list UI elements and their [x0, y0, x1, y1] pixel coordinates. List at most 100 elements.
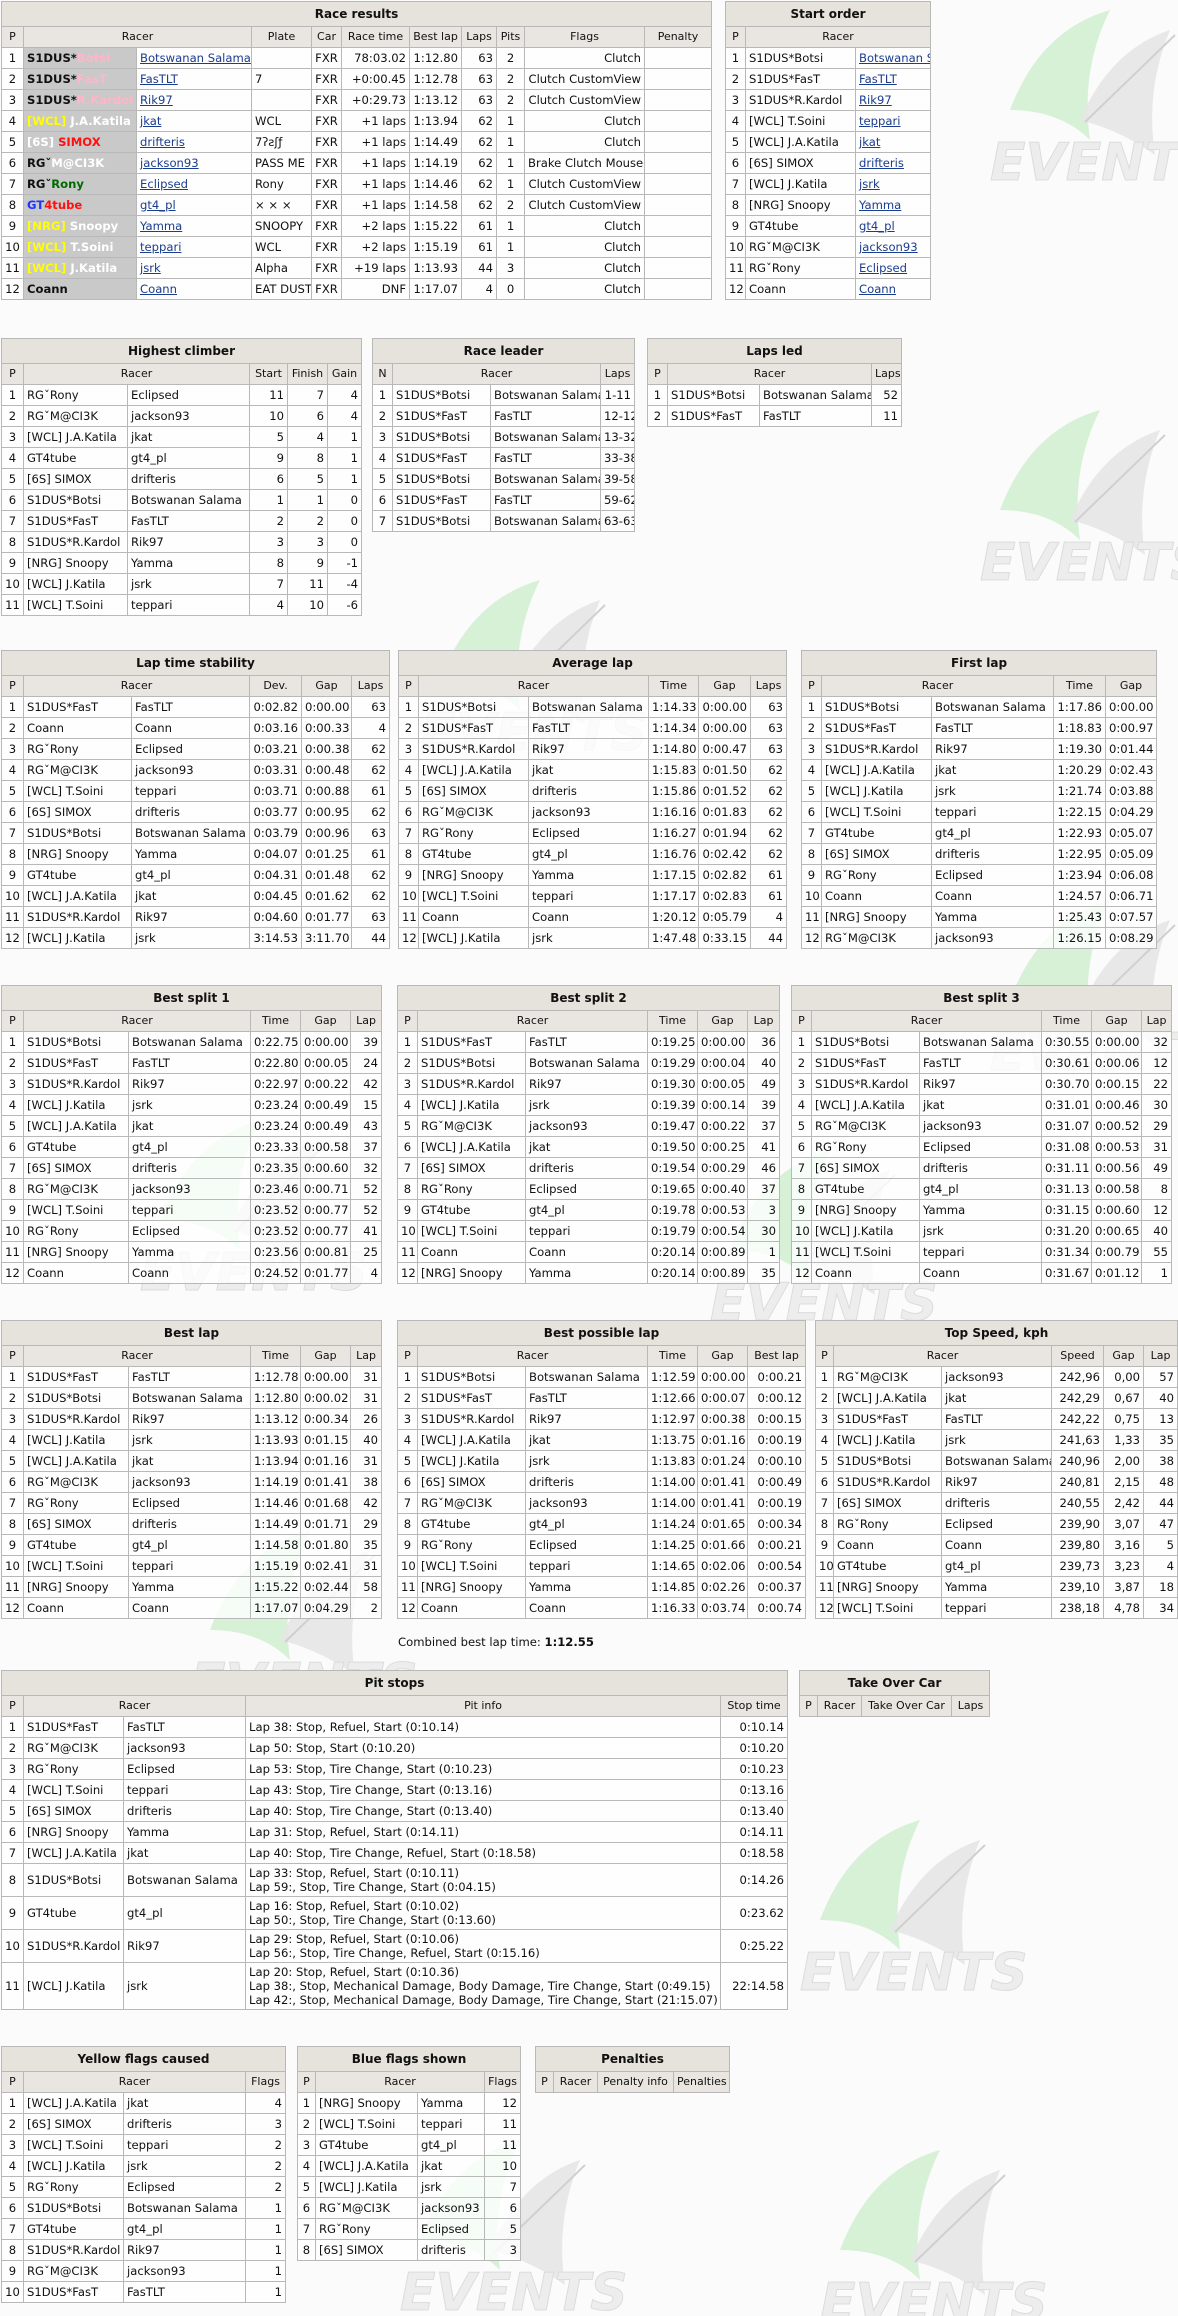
table-cell: 0:02.41 [300, 1555, 352, 1577]
racer-tag: [WCL] [27, 261, 67, 275]
table-cell: S1DUS*R.Kardol [23, 906, 132, 928]
table-cell: 0:08.29 [1105, 927, 1158, 949]
table-cell: 52 [350, 1178, 383, 1200]
race-leader-table: Race leader N Racer Laps 1 S1DUS*Botsi Botswan… [372, 338, 636, 532]
table-cell: 1:16.76 [648, 843, 700, 865]
column-header: P [1, 1695, 24, 1717]
table-cell: 11 [871, 405, 903, 427]
racer-username-link[interactable]: drifteris [854, 152, 932, 174]
table-cell: 3 [1, 426, 24, 448]
table-cell: 63-63 [600, 510, 636, 532]
table-row: 4 [WCL] T.Soini teppari [725, 110, 932, 132]
racer-cell: S1DUS*FasT [23, 1716, 124, 1738]
table-cell: RGˇM@CI3K [23, 2260, 124, 2282]
racer-username-link[interactable]: Botswanan Salama [854, 47, 932, 69]
table-cell: 13 [1143, 1408, 1178, 1430]
racer-username-link[interactable]: Coann [854, 278, 932, 300]
table-cell: S1DUS*Botsi [833, 1450, 942, 1472]
table-cell: 41 [350, 1220, 383, 1242]
racer-username-link[interactable]: Yamma [135, 215, 253, 237]
table-row: 4 [WCL] J.A.Katila jkat 0:31.01 0:00.46 30 [791, 1094, 1173, 1116]
table-cell: 44 [1143, 1492, 1178, 1514]
racer-username-link[interactable]: teppari [854, 110, 932, 132]
table-cell: 2 [1, 2113, 24, 2135]
table-row: 10 Coann Coann 1:24.57 0:06.71 [801, 885, 1158, 907]
racer-username-link[interactable]: gt4_pl [854, 215, 932, 237]
table-cell: 7 [1, 822, 24, 844]
position-cell: 4 [1, 110, 24, 132]
table-row: 5 [WCL] J.Katila jsrk 1:21.74 0:03.88 [801, 780, 1158, 802]
table-cell: 0:00.02 [300, 1387, 352, 1409]
table-row: 5 [6S] SIMOX drifteris 1:15.86 0:01.52 62 [398, 780, 788, 802]
pit-info-line: Lap 29: Stop, Refuel, Start (0:10.06) [249, 1932, 460, 1946]
table-cell: 0:22.75 [250, 1031, 302, 1053]
blue-flags-table: Blue flags shown P Racer Flags 1 [NRG] Snoopy… [297, 2046, 522, 2261]
table-cell: 12 [801, 927, 822, 949]
table-row: 3 S1DUS*R.Kardol Rik97 0:19.30 0:00.05 49 [397, 1073, 781, 1095]
table-cell: 0:00.81 [300, 1241, 352, 1263]
table-cell: 8 [287, 447, 329, 469]
racer-username-link[interactable]: Botswanan Salama [135, 47, 253, 69]
racer-username-link[interactable]: jkat [854, 131, 932, 153]
racer-username-link[interactable]: gt4_pl [135, 194, 253, 216]
table-cell: 0:23.24 [250, 1094, 302, 1116]
table-row: 2 S1DUS*FasT FasTLT 0:22.80 0:00.05 24 [1, 1052, 383, 1074]
racer-username-link[interactable]: jackson93 [854, 236, 932, 258]
table-cell: 0:07.57 [1105, 906, 1158, 928]
table-cell: S1DUS*FasT [833, 1408, 942, 1430]
table-cell: 0:00.65 [1091, 1220, 1143, 1242]
table-cell: 0:20.14 [647, 1241, 699, 1263]
table-cell: RGˇRony [23, 1492, 129, 1514]
racer-username-link[interactable]: Eclipsed [135, 173, 253, 195]
table-cell: 0:02.06 [697, 1555, 749, 1577]
table-cell: [WCL] T.Soini [23, 780, 132, 802]
table-cell: 11 [791, 1241, 812, 1263]
racer-username-link[interactable]: FasTLT [854, 68, 932, 90]
racer-username-link[interactable]: Coann [135, 278, 253, 300]
racer-username-link[interactable]: Rik97 [854, 89, 932, 111]
table-row: 10 S1DUS*R.Kardol Rik97 Lap 29: Stop, Refue… [1, 1929, 789, 1963]
table-cell: 38 [350, 1471, 383, 1493]
racer-username-link[interactable]: jkat [135, 110, 253, 132]
column-header: Laps [351, 675, 391, 697]
table-row: 11 Coann Coann 1:20.12 0:05.79 4 [398, 906, 788, 928]
racer-username-link[interactable]: Eclipsed [854, 257, 932, 279]
table-cell: 7 [287, 384, 329, 406]
take-over-car-table: Take Over Car P Racer Take Over Car Laps [799, 1670, 990, 1717]
table-cell: 0:01.80 [300, 1534, 352, 1556]
table-cell: 35 [1143, 1429, 1178, 1451]
racer-username-link[interactable]: jackson93 [135, 152, 253, 174]
table-cell: 0:01.68 [300, 1492, 352, 1514]
table-cell: RGˇRony [745, 257, 856, 279]
table-cell: 63 [750, 738, 788, 760]
table-cell: 31 [350, 1450, 383, 1472]
car-cell: FXR [311, 173, 343, 195]
racer-username-link[interactable]: teppari [135, 236, 253, 258]
racer-username-link[interactable]: jsrk [854, 173, 932, 195]
table-cell: 61 [750, 885, 788, 907]
table-cell: 29 [350, 1513, 383, 1535]
table-cell: 6 [791, 1136, 812, 1158]
racer-username-link[interactable]: Yamma [854, 194, 932, 216]
racer-username-link[interactable]: FasTLT [135, 68, 253, 90]
table-cell: 0:00.07 [697, 1387, 749, 1409]
racer-username-link[interactable]: drifteris [135, 131, 253, 153]
racer-username-link[interactable]: jsrk [135, 257, 253, 279]
racer-username-link[interactable]: Rik97 [135, 89, 253, 111]
table-cell: 36 [747, 1031, 781, 1053]
penalty-cell [644, 47, 713, 69]
column-header: Gain [327, 363, 363, 385]
table-cell: 6 [484, 2197, 522, 2219]
column-header: Racer [553, 2071, 598, 2093]
table-cell: GT4tube [417, 1513, 526, 1535]
table-cell: 0:04.45 [249, 885, 303, 907]
table-cell: 11 [398, 906, 419, 928]
table-cell: 1 [245, 2281, 287, 2303]
table-cell: S1DUS*FasT [417, 1031, 526, 1053]
table-row: 11 [NRG] Snoopy Yamma 1:14.85 0:02.26 0:00.37 [397, 1576, 807, 1598]
table-cell: Botswanan Salama [127, 1031, 252, 1053]
table-cell: 6 [249, 468, 289, 490]
table-row: 8 RGˇM@CI3K jackson93 0:23.46 0:00.71 52 [1, 1178, 383, 1200]
table-row: 8 RGˇRony Eclipsed 0:19.65 0:00.40 37 [397, 1178, 781, 1200]
table-cell: FasTLT [758, 405, 873, 427]
